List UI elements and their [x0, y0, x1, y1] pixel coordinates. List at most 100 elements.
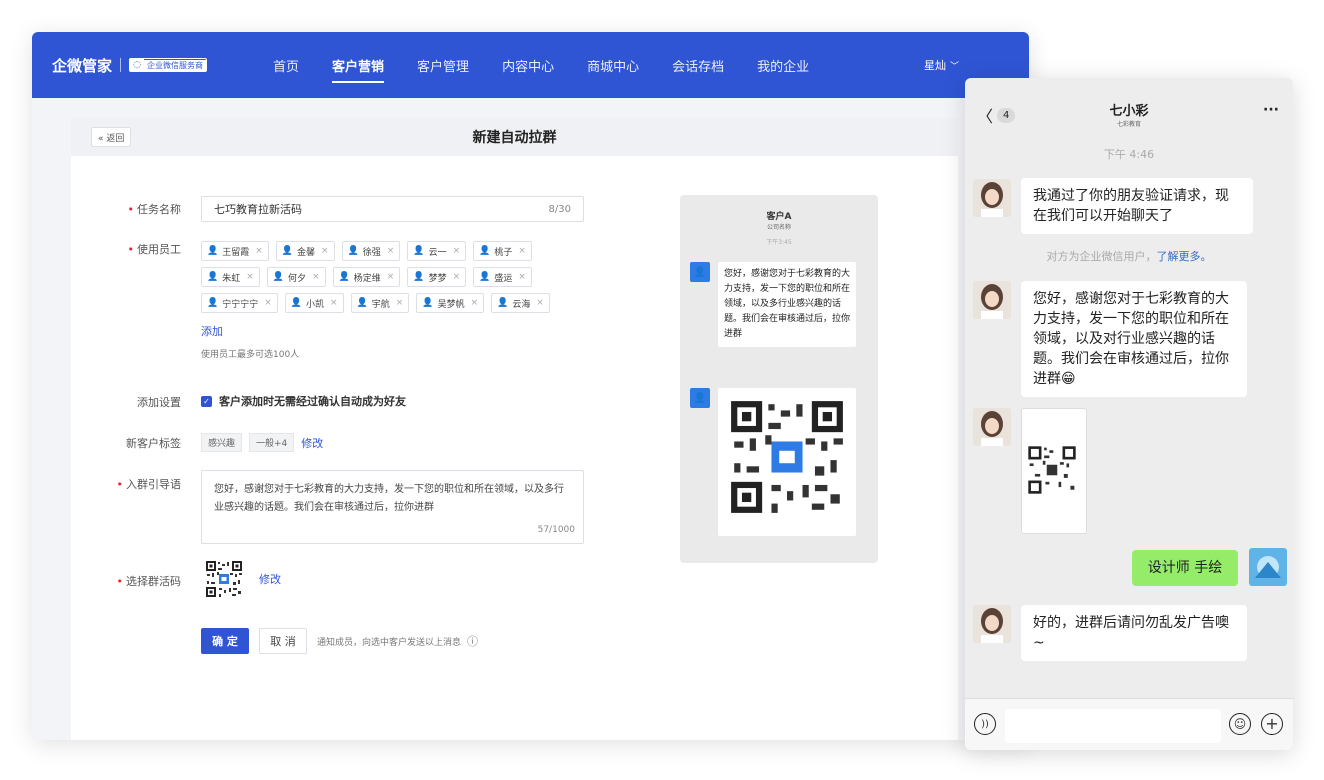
staff-name: 吴梦帆: [437, 299, 465, 310]
close-icon[interactable]: ×: [396, 298, 404, 308]
menu-customer-management[interactable]: 客户管理: [417, 56, 469, 75]
task-name-label: • 任务名称: [127, 203, 182, 216]
close-icon[interactable]: ×: [264, 298, 272, 308]
staff-hint: 使用员工最多可选100人: [201, 350, 300, 360]
qr-code-message[interactable]: [1021, 408, 1087, 534]
staff-tags: 👤 王留霞 × 👤 金馨 × 👤 徐强 × 👤 云一 × 👤 桃子 × 👤 朱虹 × 👤 何夕 × 👤 杨定维 × 👤 梦梦 × 👤…: [201, 241, 601, 360]
service-badge: ◌ 企业微信服务商: [129, 58, 208, 72]
chat-message: 好的，进群后请问勿乱发广告噢~: [1021, 605, 1247, 661]
contact-avatar: [973, 179, 1011, 217]
person-icon: 👤: [272, 272, 284, 282]
add-staff-link[interactable]: 添加: [201, 323, 601, 339]
close-icon[interactable]: ×: [255, 246, 263, 256]
staff-name: 杨定维: [353, 273, 381, 284]
voice-icon[interactable]: )): [974, 713, 996, 735]
card-header: « 返回 新建自动拉群: [71, 118, 958, 156]
main-menu: 首页 客户营销 客户管理 内容中心 商城中心 会话存档 我的企业: [273, 56, 842, 83]
more-icon[interactable]: ···: [1263, 102, 1279, 118]
staff-name: 小凯: [306, 299, 325, 310]
close-icon[interactable]: ×: [536, 298, 544, 308]
person-icon: 👤: [356, 298, 368, 308]
staff-tag: 👤 宇航 ×: [350, 293, 410, 313]
my-message: 设计师 手绘: [1132, 550, 1238, 586]
form-actions: 确 定 取 消 通知成员，向选中客户发送以上消息 ⓘ: [201, 628, 478, 654]
person-icon: 👤: [290, 298, 302, 308]
staff-tag: 👤 朱虹 ×: [201, 267, 260, 287]
staff-tag: 👤 徐强 ×: [341, 241, 401, 261]
close-icon[interactable]: ×: [246, 272, 254, 282]
customer-tag: 感兴趣: [201, 433, 243, 452]
qr-code-icon: [1027, 445, 1077, 495]
notice-text: 通知成员，向选中客户发送以上消息: [317, 637, 462, 648]
staff-name: 何夕: [288, 273, 307, 284]
group-code-select: 修改: [205, 560, 281, 598]
edit-group-code-link[interactable]: 修改: [259, 571, 281, 587]
menu-home[interactable]: 首页: [273, 56, 299, 75]
person-icon: 👤: [207, 272, 219, 282]
guide-textarea[interactable]: 您好，感谢您对于七彩教育的大力支持，发一下您的职位和所在领域，以及多行业感兴趣的…: [201, 470, 584, 544]
guide-count: 57/1000: [537, 525, 575, 535]
staff-name: 宁宁宁宁: [222, 299, 259, 310]
contact-avatar: [973, 408, 1011, 446]
message-input[interactable]: [1005, 709, 1221, 743]
contact-name: 七小彩: [1109, 104, 1149, 119]
add-setting-row: 添加设置: [71, 394, 181, 410]
top-nav: 企微管家 ◌ 企业微信服务商 首页 客户营销 客户管理 内容中心 商城中心 会话…: [32, 32, 1029, 98]
back-button[interactable]: « 返回: [91, 127, 132, 147]
confirm-button[interactable]: 确 定: [201, 628, 249, 654]
logo-divider: [120, 58, 122, 72]
preview-message: 您好，感谢您对于七彩教育的大力支持，发一下您的职位和所在领域，以及多行业感兴趣的…: [718, 262, 856, 347]
close-icon[interactable]: ×: [453, 272, 461, 282]
task-name-value: 七巧教育拉新活码: [214, 203, 302, 216]
close-icon[interactable]: ×: [471, 298, 479, 308]
person-icon: 👤: [207, 246, 219, 256]
preview-company: 公司名称: [766, 224, 791, 231]
close-icon[interactable]: ×: [387, 272, 395, 282]
info-icon[interactable]: ⓘ: [467, 633, 478, 649]
auto-accept-checkbox[interactable]: ✓ 客户添加时无需经过确认自动成为好友: [201, 393, 406, 409]
guide-text: 您好，感谢您对于七彩教育的大力支持，发一下您的职位和所在领域，以及多行业感兴趣的…: [214, 484, 564, 513]
preview-name: 客户A: [766, 212, 792, 222]
staff-tag: 👤 盛运 ×: [473, 267, 532, 287]
new-tag-list: 感兴趣 一般+4 修改: [201, 433, 323, 452]
staff-name: 王留霞: [222, 247, 250, 258]
menu-content-center[interactable]: 内容中心: [502, 56, 554, 75]
plus-icon[interactable]: +: [1261, 713, 1283, 735]
menu-session-archive[interactable]: 会话存档: [672, 56, 724, 75]
close-icon[interactable]: ×: [453, 246, 461, 256]
person-icon: 👤: [422, 298, 434, 308]
menu-my-company[interactable]: 我的企业: [757, 56, 809, 75]
menu-customer-marketing[interactable]: 客户营销: [332, 56, 385, 83]
person-icon: 👤: [479, 272, 491, 282]
guide-row: • 入群引导语: [71, 476, 182, 492]
admin-window: 企微管家 ◌ 企业微信服务商 首页 客户营销 客户管理 内容中心 商城中心 会话…: [32, 32, 1029, 740]
person-icon: 👤: [479, 246, 491, 256]
chat-icon: ◌: [130, 59, 145, 71]
edit-tags-link[interactable]: 修改: [301, 435, 323, 451]
close-icon[interactable]: ×: [330, 298, 338, 308]
cancel-button[interactable]: 取 消: [259, 628, 307, 654]
group-code-label: • 选择群活码: [116, 575, 182, 588]
emoji-icon[interactable]: ☺: [1229, 713, 1251, 735]
user-name: 星灿: [923, 59, 946, 72]
staff-name: 云一: [428, 247, 447, 258]
close-icon[interactable]: ×: [321, 246, 329, 256]
close-icon[interactable]: ×: [312, 272, 320, 282]
close-icon[interactable]: ×: [387, 246, 395, 256]
task-name-count: 8/30: [548, 203, 571, 215]
user-menu[interactable]: 星灿 ﹀: [924, 57, 959, 73]
task-name-input[interactable]: 七巧教育拉新活码 8/30: [201, 196, 584, 222]
close-icon[interactable]: ×: [518, 272, 526, 282]
learn-more-link[interactable]: 了解更多。: [1157, 250, 1212, 263]
staff-tag: 👤 梦梦 ×: [407, 267, 467, 287]
close-icon[interactable]: ×: [518, 246, 526, 256]
service-badge-text: 企业微信服务商: [144, 59, 207, 71]
staff-tag-row: 👤 王留霞 × 👤 金馨 × 👤 徐强 × 👤 云一 × 👤 桃子 ×: [201, 241, 601, 261]
logo: 企微管家 ◌ 企业微信服务商: [52, 55, 208, 76]
staff-name: 桃子: [494, 247, 513, 258]
qr-code-icon: [205, 560, 243, 598]
menu-mall-center[interactable]: 商城中心: [587, 56, 639, 75]
page-title: 新建自动拉群: [472, 130, 557, 146]
person-icon: 👤: [207, 298, 219, 308]
staff-label: • 使用员工: [127, 243, 182, 256]
